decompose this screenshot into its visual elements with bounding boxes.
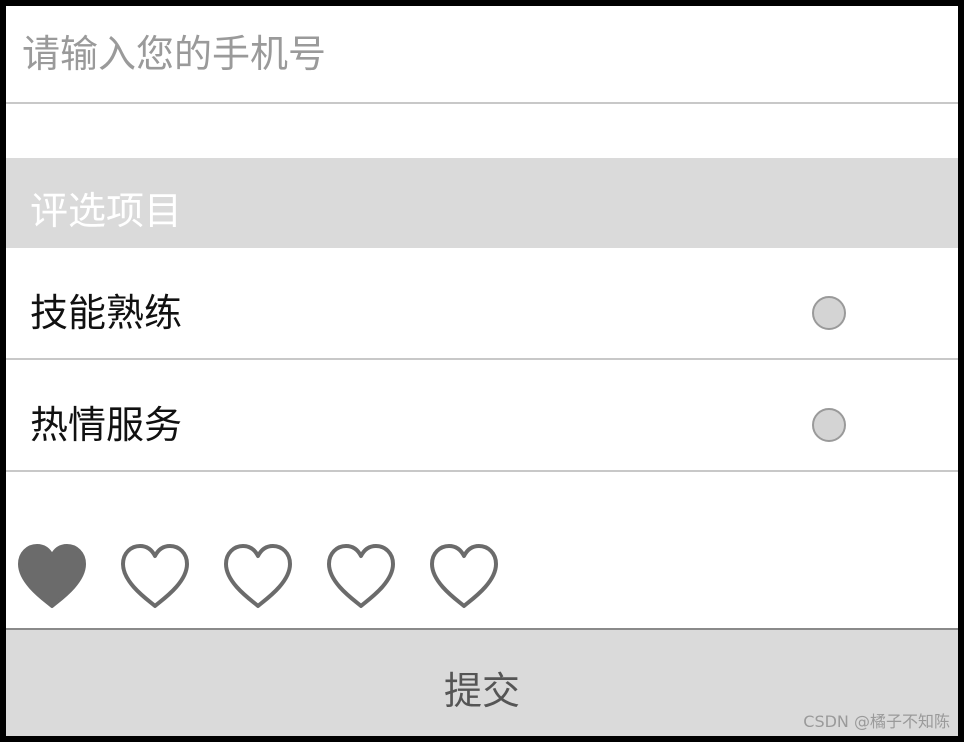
heart-outline-icon[interactable] [323,542,399,612]
heart-rating [14,542,534,618]
section-header: 评选项目 [6,158,958,248]
option-row-skill[interactable]: 技能熟练 [6,248,958,360]
heart-outline-icon[interactable] [117,542,193,612]
option-label: 技能熟练 [30,291,183,335]
phone-field-row [6,6,958,104]
heart-outline-icon[interactable] [426,542,502,612]
watermark-text: CSDN @橘子不知陈 [803,712,950,731]
phone-input[interactable] [6,6,958,102]
heart-outline-icon[interactable] [220,542,296,612]
option-row-service[interactable]: 热情服务 [6,360,958,472]
radio-button[interactable] [812,408,846,442]
form-frame: 评选项目 技能熟练 热情服务 提交 CSDN @橘子不知陈 [6,6,958,736]
section-title: 评选项目 [30,189,183,233]
submit-label: 提交 [443,669,520,713]
option-label: 热情服务 [30,403,183,447]
radio-button[interactable] [812,296,846,330]
heart-filled-icon[interactable] [14,542,90,612]
